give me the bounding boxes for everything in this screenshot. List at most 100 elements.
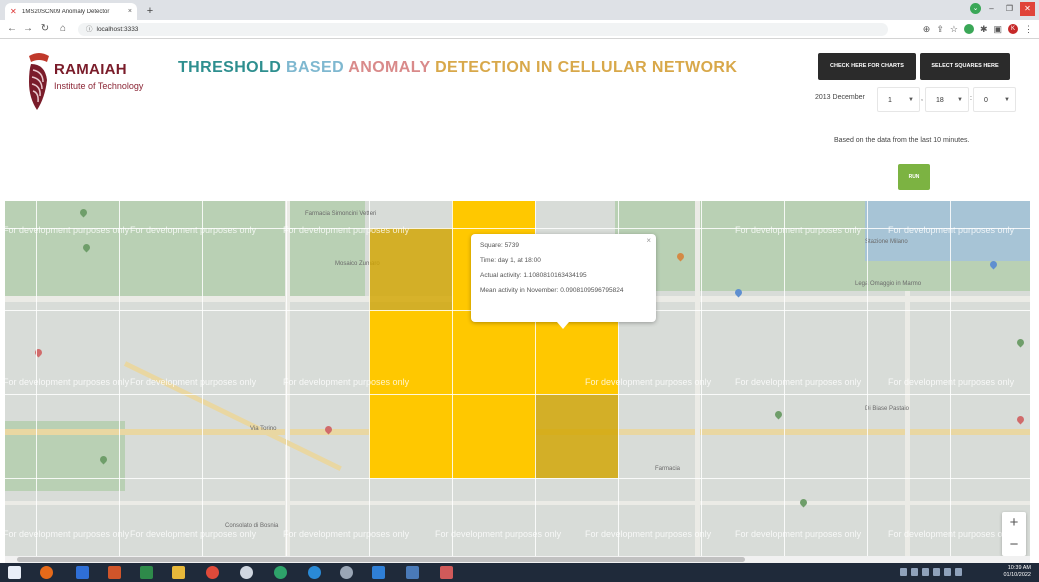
road — [5, 501, 1030, 505]
zoom-in-button[interactable]: + — [1002, 512, 1026, 534]
map-watermark: For development purposes only — [5, 225, 130, 235]
browser-tab-bar: ✕ 1MS20SCN09 Anomaly Detector × + ⌄ – ❐ … — [0, 0, 1039, 20]
check-charts-button[interactable]: CHECK HERE FOR CHARTS — [818, 53, 916, 80]
app-icon[interactable] — [274, 566, 287, 579]
excel-icon[interactable] — [140, 566, 153, 579]
sidebar-icon[interactable]: ▣ — [993, 23, 1002, 35]
chevron-down-icon: ▼ — [957, 97, 963, 103]
share-icon[interactable]: ⇪ — [936, 23, 944, 35]
firefox-icon[interactable] — [40, 566, 53, 579]
map-watermark: For development purposes only — [130, 529, 257, 539]
map-label: Farmacia — [655, 466, 681, 472]
zoom-icon[interactable]: ⊕ — [923, 23, 931, 35]
back-icon[interactable]: ← — [6, 23, 18, 35]
popup-pointer — [557, 322, 569, 329]
map-watermark: For development purposes only — [5, 377, 130, 387]
close-icon[interactable]: × — [646, 236, 651, 245]
minimize-icon[interactable]: – — [984, 2, 999, 16]
file-explorer-icon[interactable] — [172, 566, 185, 579]
map-pin-icon[interactable] — [1015, 414, 1026, 425]
powerpoint-icon[interactable] — [108, 566, 121, 579]
grid-line — [5, 394, 1030, 395]
url-field[interactable]: ⓘ localhost:3333 — [78, 23, 888, 36]
edge-icon[interactable] — [308, 566, 321, 579]
map-label: Via Torino — [250, 426, 277, 432]
window-controls: ⌄ – ❐ ✕ — [970, 2, 1035, 16]
volume-icon[interactable] — [944, 568, 951, 576]
word-icon[interactable] — [76, 566, 89, 579]
date-separator: , — [921, 95, 923, 102]
url-text: localhost:3333 — [96, 26, 139, 33]
day-select[interactable]: 1 ▼ — [877, 87, 920, 112]
chrome-icon[interactable] — [206, 566, 219, 579]
map-label: Di Biase Pastaio — [865, 406, 910, 412]
title-part-threshold: THRESHOLD — [178, 59, 282, 76]
tab-close-icon[interactable]: × — [128, 8, 132, 15]
site-info-icon[interactable]: ⓘ — [86, 26, 93, 33]
map-watermark: For development purposes only — [435, 529, 562, 539]
windows-taskbar: 10:39 AM 01/10/2022 — [0, 563, 1039, 582]
anomaly-square[interactable] — [535, 394, 618, 478]
map-pin-icon[interactable] — [1015, 337, 1026, 348]
menu-kebab-icon[interactable]: ⋮ — [1024, 23, 1033, 35]
system-tray — [900, 568, 962, 576]
app-icon[interactable] — [340, 566, 353, 579]
map-zoom-controls: + − — [1002, 512, 1026, 556]
map-watermark: For development purposes only — [735, 529, 862, 539]
map-watermark: For development purposes only — [5, 529, 130, 539]
clock-time: 10:39 AM — [1007, 565, 1031, 571]
select-squares-button[interactable]: SELECT SQUARES HERE — [920, 53, 1010, 80]
home-icon[interactable]: ⌂ — [57, 23, 69, 35]
scrollbar-thumb[interactable] — [17, 557, 745, 562]
wifi-icon[interactable] — [933, 568, 940, 576]
settings-gear-icon[interactable] — [240, 566, 253, 579]
windows-start-icon[interactable] — [8, 566, 21, 579]
map-pin-icon[interactable] — [773, 409, 784, 420]
tab-search-icon[interactable]: ⌄ — [970, 3, 981, 14]
horizontal-scrollbar[interactable] — [5, 556, 1030, 563]
map-watermark: For development purposes only — [283, 529, 410, 539]
map-pin-icon[interactable] — [798, 497, 809, 508]
forward-icon[interactable]: → — [22, 23, 34, 35]
anomaly-square[interactable] — [369, 228, 452, 310]
title-part-detection: DETECTION IN CELLULAR NETWORK — [435, 59, 738, 76]
maximize-icon[interactable]: ❐ — [1002, 2, 1017, 16]
run-button[interactable]: RUN — [898, 164, 930, 190]
battery-icon[interactable] — [955, 568, 962, 576]
map-watermark: For development purposes only — [888, 529, 1015, 539]
anomaly-square[interactable] — [452, 201, 535, 228]
new-tab-button[interactable]: + — [143, 4, 157, 18]
extensions-puzzle-icon[interactable]: ✱ — [980, 23, 988, 35]
map-watermark: For development purposes only — [130, 225, 257, 235]
profile-avatar-icon[interactable]: K — [1008, 24, 1018, 34]
popup-mean-activity: Mean activity in November: 0.09081095967… — [480, 287, 624, 294]
tray-icon[interactable] — [900, 568, 907, 576]
chevron-down-icon: ▼ — [1004, 97, 1010, 103]
title-part-based: BASED — [286, 59, 345, 76]
popup-time: Time: day 1, at 18:00 — [480, 257, 541, 264]
hour-select[interactable]: 18 ▼ — [925, 87, 969, 112]
minute-select[interactable]: 0 ▼ — [973, 87, 1016, 112]
popup-actual-activity: Actual activity: 1.10808101634341​95 — [480, 272, 587, 279]
map-watermark: For development purposes only — [283, 377, 410, 387]
browser-tab[interactable]: ✕ 1MS20SCN09 Anomaly Detector × — [5, 3, 137, 20]
vscode-icon[interactable] — [372, 566, 385, 579]
bookmark-star-icon[interactable]: ☆ — [950, 23, 958, 35]
map-watermark: For development purposes only — [283, 225, 410, 235]
reload-icon[interactable]: ↻ — [39, 23, 51, 35]
tray-icon[interactable] — [922, 568, 929, 576]
logo-subtitle: Institute of Technology — [54, 81, 144, 91]
logo-name: RAMAIAH — [54, 61, 127, 78]
tray-icon[interactable] — [911, 568, 918, 576]
zoom-out-button[interactable]: − — [1002, 534, 1026, 556]
close-window-icon[interactable]: ✕ — [1020, 2, 1035, 16]
ramaiah-logo: RAMAIAH Institute of Technology — [25, 48, 143, 116]
grid-line — [452, 201, 453, 556]
app-icon[interactable] — [440, 566, 453, 579]
extension-green-icon[interactable] — [963, 24, 974, 34]
map-watermark: For development purposes only — [735, 225, 862, 235]
date-label: 2013 December — [815, 94, 865, 101]
app-icon[interactable] — [406, 566, 419, 579]
taskbar-clock[interactable]: 10:39 AM 01/10/2022 — [1003, 565, 1031, 579]
chevron-down-icon: ▼ — [908, 97, 914, 103]
